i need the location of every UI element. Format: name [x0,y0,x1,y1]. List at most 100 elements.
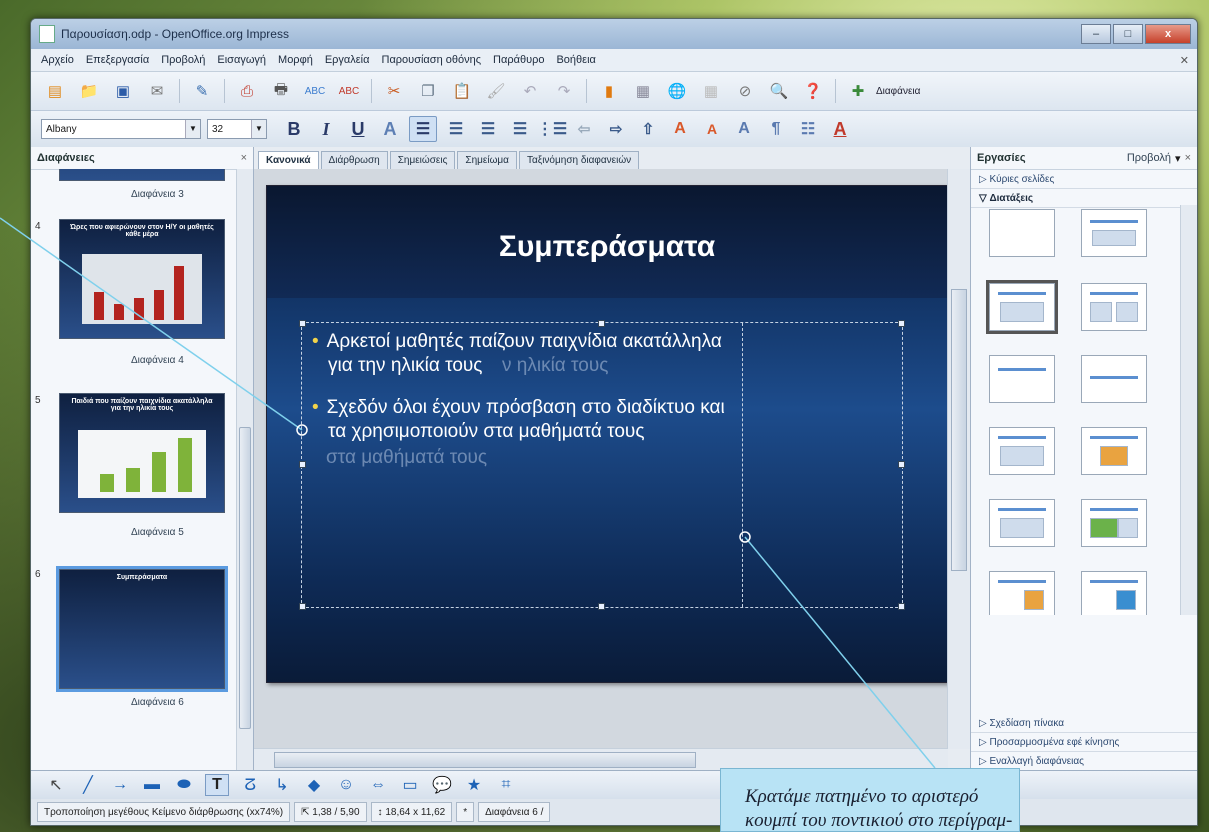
layout-blank[interactable] [989,209,1055,257]
resize-handle[interactable] [299,320,306,327]
help-icon[interactable]: ❓ [801,79,825,103]
bullets-numbering-icon[interactable]: ☷ [795,117,821,141]
align-right-icon[interactable]: ☰ [475,117,501,141]
shadow-button[interactable]: A [377,117,403,141]
flowchart-icon[interactable]: ▭ [399,775,421,795]
section-custom-animation[interactable]: ▷ Προσαρμοσμένα εφέ κίνησης [971,733,1197,752]
slide-thumbnail[interactable]: Ώρες που αφιερώνουν στον Η/Υ οι μαθητές … [59,219,225,339]
outdent-icon[interactable]: ⇦ [571,117,597,141]
bullets-icon[interactable]: ⋮☰ [537,117,567,141]
bold-button[interactable]: B [281,117,307,141]
resize-handle[interactable] [898,461,905,468]
slide-thumbnail[interactable] [59,169,225,181]
menu-slideshow[interactable]: Παρουσίαση οθόνης [382,54,482,66]
underline-button[interactable]: U [345,117,371,141]
tab-outline[interactable]: Διάρθρωση [320,151,388,169]
demote-icon[interactable]: ⇨ [603,117,629,141]
resize-handle[interactable] [898,603,905,610]
new-slide-icon[interactable]: ✚ [846,79,870,103]
align-center-icon[interactable]: ☰ [443,117,469,141]
layout-title-object[interactable] [989,427,1055,475]
layout-text-image[interactable] [1081,571,1147,615]
table-icon[interactable]: ▦ [631,79,655,103]
menu-view[interactable]: Προβολή [161,54,205,66]
chevron-down-icon[interactable]: ▾ [1175,152,1181,165]
minimize-button[interactable]: – [1081,24,1111,44]
copy-icon[interactable]: ❐ [416,79,440,103]
basic-shapes-icon[interactable]: ◆ [303,775,325,795]
slides-scrollbar[interactable] [236,169,253,771]
move-up-icon[interactable]: ⇧ [635,117,661,141]
justify-icon[interactable]: ☰ [507,117,533,141]
open-icon[interactable]: 📁 [77,79,101,103]
close-icon[interactable]: × [241,152,247,164]
resize-handle[interactable] [299,603,306,610]
chart-icon[interactable]: ▮ [597,79,621,103]
character-icon[interactable]: A [731,117,757,141]
menu-file[interactable]: Αρχείο [41,54,74,66]
menu-window[interactable]: Παράθυρο [493,54,544,66]
scrollbar-thumb[interactable] [951,289,967,571]
spellcheck-icon[interactable]: ABC [303,79,327,103]
outline-text-box[interactable]: • Αρκετοί μαθητές παίζουν παιχνίδια ακατά… [299,320,905,610]
paragraph-icon[interactable]: ¶ [763,117,789,141]
menu-format[interactable]: Μορφή [278,54,313,66]
resize-handle[interactable] [299,461,306,468]
resize-handle[interactable] [598,320,605,327]
hyperlink-icon[interactable]: 🌐 [665,79,689,103]
section-table-design[interactable]: ▷ Σχεδίαση πίνακα [971,714,1197,733]
connector-icon[interactable]: ↳ [271,775,293,795]
layout-text-chart[interactable] [989,571,1055,615]
tasks-view-menu[interactable]: Προβολή [1127,152,1171,164]
stars-icon[interactable]: ★ [463,775,485,795]
export-pdf-icon[interactable]: ⎙ [235,79,259,103]
print-icon[interactable]: 🖶 [269,79,293,103]
scrollbar-thumb[interactable] [274,752,696,768]
save-icon[interactable]: ▣ [111,79,135,103]
tab-normal[interactable]: Κανονικά [258,151,319,169]
close-icon[interactable]: × [1185,152,1191,164]
email-icon[interactable]: ✉ [145,79,169,103]
navigator-icon[interactable]: ⊘ [733,79,757,103]
edit-file-icon[interactable]: ✎ [190,79,214,103]
font-name-combo[interactable]: Albany ▼ [41,119,201,139]
arrow-line-icon[interactable]: → [109,775,131,795]
menu-edit[interactable]: Επεξεργασία [86,54,149,66]
resize-handle[interactable] [898,320,905,327]
tab-handout[interactable]: Σημείωμα [457,151,517,169]
decrease-font-icon[interactable]: A [699,117,725,141]
grid-icon[interactable]: ▦ [699,79,723,103]
paste-icon[interactable]: 📋 [450,79,474,103]
close-button[interactable]: x [1145,24,1191,44]
layout-title-chart[interactable] [1081,427,1147,475]
callouts-icon[interactable]: 💬 [431,775,453,795]
curve-icon[interactable]: ⵒ [239,775,261,795]
redo-icon[interactable]: ↷ [552,79,576,103]
autospell-icon[interactable]: ABC [337,79,361,103]
cut-icon[interactable]: ✂ [382,79,406,103]
block-arrows-icon[interactable]: ⇔ [367,775,389,795]
editor-vertical-scrollbar[interactable] [947,169,970,749]
layout-title-table[interactable] [989,499,1055,547]
layout-title-text[interactable] [989,355,1055,403]
rectangle-icon[interactable]: ▬ [141,775,163,795]
tab-slide-sorter[interactable]: Ταξινόμηση διαφανειών [518,151,640,169]
new-slide-label[interactable]: Διαφάνεια [876,86,920,97]
select-arrow-icon[interactable]: ↖ [45,775,67,795]
slide-thumbnail[interactable]: Παιδιά που παίζουν παιχνίδια ακατάλληλα … [59,393,225,513]
layout-title-image[interactable] [1081,499,1147,547]
menu-help[interactable]: Βοήθεια [556,54,595,66]
slide-title[interactable]: Συμπεράσματα [267,230,947,264]
tab-notes[interactable]: Σημειώσεις [389,151,456,169]
menu-insert[interactable]: Εισαγωγή [217,54,266,66]
font-size-combo[interactable]: 32 ▼ [207,119,267,139]
layout-two-columns[interactable] [1081,283,1147,331]
slide-thumbnail-selected[interactable]: Συμπεράσματα [56,566,228,692]
scrollbar-thumb[interactable] [239,427,251,729]
layout-title-content[interactable] [986,280,1058,334]
text-tool-icon[interactable]: T [205,774,229,796]
layout-title-only[interactable] [1081,209,1147,257]
points-icon[interactable]: ⌗ [495,775,517,795]
symbol-shapes-icon[interactable]: ☺ [335,775,357,795]
maximize-button[interactable]: □ [1113,24,1143,44]
